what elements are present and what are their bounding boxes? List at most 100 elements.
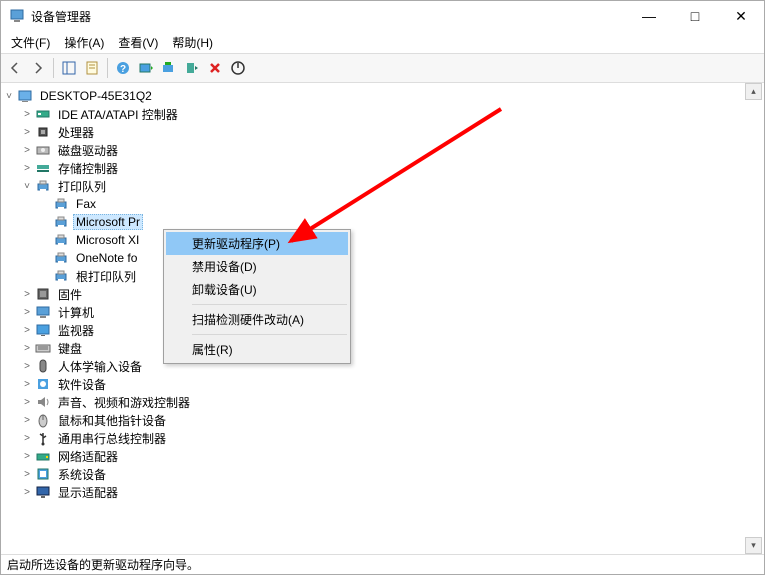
tree-category[interactable]: > 固件 [1, 285, 764, 303]
tree-device[interactable]: Microsoft Pr [1, 213, 764, 231]
menu-file[interactable]: 文件(F) [5, 32, 56, 53]
tree-category[interactable]: >声音、视频和游戏控制器 [1, 393, 764, 411]
node-label: 通用串行总线控制器 [55, 429, 169, 448]
tree-category[interactable]: > 网络适配器 [1, 447, 764, 465]
tree-device[interactable]: Microsoft XI [1, 231, 764, 249]
tree-category[interactable]: >存储控制器 [1, 159, 764, 177]
scroll-up-button[interactable]: ▴ [745, 83, 762, 100]
context-menu-separator [192, 304, 347, 305]
install-legacy-button[interactable] [181, 57, 203, 79]
expander-icon[interactable]: ˅ [1, 88, 17, 104]
expander-icon[interactable]: > [19, 430, 35, 446]
expander-icon[interactable]: > [19, 106, 35, 122]
tree-category[interactable]: >系统设备 [1, 465, 764, 483]
node-label: DESKTOP-45E31Q2 [37, 88, 155, 104]
disable-button[interactable] [227, 57, 249, 79]
expander-icon[interactable]: > [19, 322, 35, 338]
printer-icon [53, 250, 69, 266]
show-hide-tree-button[interactable] [58, 57, 80, 79]
computer-icon [35, 304, 51, 320]
maximize-button[interactable]: □ [672, 1, 718, 31]
expander-icon[interactable] [37, 196, 53, 212]
printer-icon [35, 178, 51, 194]
node-label: 监视器 [55, 321, 97, 340]
back-button[interactable] [4, 57, 26, 79]
tree-category[interactable]: >磁盘驱动器 [1, 141, 764, 159]
expander-icon[interactable]: > [19, 160, 35, 176]
expander-icon[interactable]: > [19, 340, 35, 356]
expander-icon[interactable]: > [19, 448, 35, 464]
node-label: 计算机 [55, 303, 97, 322]
app-icon [9, 8, 25, 24]
context-menu-item[interactable]: 扫描检测硬件改动(A) [166, 308, 348, 331]
context-menu-item[interactable]: 禁用设备(D) [166, 255, 348, 278]
node-label: 显示适配器 [55, 483, 121, 502]
uninstall-button[interactable] [204, 57, 226, 79]
expander-icon[interactable]: > [19, 304, 35, 320]
tree-category[interactable]: >处理器 [1, 123, 764, 141]
tree-device[interactable]: Fax [1, 195, 764, 213]
tree-category[interactable]: >人体学输入设备 [1, 357, 764, 375]
toolbar-separator [107, 58, 108, 78]
expander-icon[interactable] [37, 250, 53, 266]
expander-icon[interactable]: > [19, 286, 35, 302]
tree-category[interactable]: ˅打印队列 [1, 177, 764, 195]
system-icon [35, 466, 51, 482]
expander-icon[interactable]: > [19, 124, 35, 140]
expander-icon[interactable] [37, 214, 53, 230]
tree-category[interactable]: > 显示适配器 [1, 483, 764, 501]
menu-action[interactable]: 操作(A) [58, 32, 110, 53]
node-label: Microsoft XI [73, 232, 142, 248]
expander-icon[interactable]: > [19, 484, 35, 500]
context-menu-item[interactable]: 更新驱动程序(P) [166, 232, 348, 255]
expander-icon[interactable]: > [19, 142, 35, 158]
expander-icon[interactable]: ˅ [19, 178, 35, 194]
help-button[interactable]: ? [112, 57, 134, 79]
device-tree[interactable]: ▴ ▾ ˅ DESKTOP-45E31Q2>IDE ATA/ATAPI 控制器>处… [1, 83, 764, 554]
expander-icon[interactable] [37, 232, 53, 248]
context-menu-item[interactable]: 卸载设备(U) [166, 278, 348, 301]
tree-category[interactable]: >鼠标和其他指针设备 [1, 411, 764, 429]
tree-root[interactable]: ˅ DESKTOP-45E31Q2 [1, 87, 764, 105]
node-label: 根打印队列 [73, 267, 139, 286]
node-label: Microsoft Pr [73, 214, 143, 230]
node-label: 固件 [55, 285, 85, 304]
properties-button[interactable] [81, 57, 103, 79]
window-controls: — □ ✕ [626, 1, 764, 31]
menu-help[interactable]: 帮助(H) [166, 32, 219, 53]
node-label: OneNote fo [73, 250, 140, 266]
forward-button[interactable] [27, 57, 49, 79]
node-label: 网络适配器 [55, 447, 121, 466]
close-button[interactable]: ✕ [718, 1, 764, 31]
tree-category[interactable]: >键盘 [1, 339, 764, 357]
context-menu-separator [192, 334, 347, 335]
window-title: 设备管理器 [31, 8, 626, 25]
context-menu-item[interactable]: 属性(R) [166, 338, 348, 361]
tree-category[interactable]: >IDE ATA/ATAPI 控制器 [1, 105, 764, 123]
ide-icon [35, 106, 51, 122]
firmware-icon [35, 286, 51, 302]
tree-category[interactable]: > 计算机 [1, 303, 764, 321]
sound-icon [35, 394, 51, 410]
tree-device[interactable]: OneNote fo [1, 249, 764, 267]
expander-icon[interactable]: > [19, 466, 35, 482]
expander-icon[interactable]: > [19, 358, 35, 374]
tree-category[interactable]: > 监视器 [1, 321, 764, 339]
scroll-down-button[interactable]: ▾ [745, 537, 762, 554]
root-icon [17, 88, 33, 104]
expander-icon[interactable]: > [19, 394, 35, 410]
tree-category[interactable]: > 通用串行总线控制器 [1, 429, 764, 447]
scan-hardware-button[interactable] [135, 57, 157, 79]
expander-icon[interactable]: > [19, 376, 35, 392]
menu-view[interactable]: 查看(V) [112, 32, 164, 53]
tree-category[interactable]: >软件设备 [1, 375, 764, 393]
minimize-button[interactable]: — [626, 1, 672, 31]
cpu-icon [35, 124, 51, 140]
expander-icon[interactable]: > [19, 412, 35, 428]
svg-text:?: ? [120, 64, 126, 75]
expander-icon[interactable] [37, 268, 53, 284]
update-driver-button[interactable] [158, 57, 180, 79]
menubar: 文件(F) 操作(A) 查看(V) 帮助(H) [1, 31, 764, 53]
tree-device[interactable]: 根打印队列 [1, 267, 764, 285]
printer-icon [53, 232, 69, 248]
